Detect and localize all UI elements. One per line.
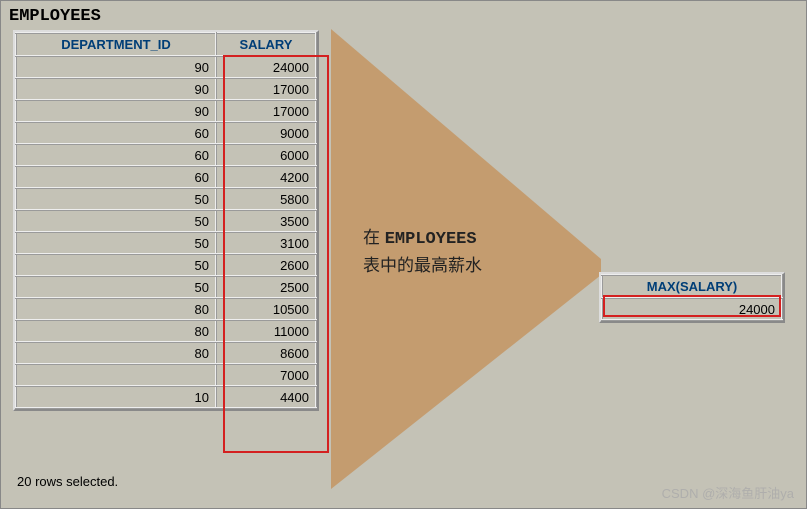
employees-table-container: DEPARTMENT_ID SALARY 9024000901700090170…	[13, 30, 319, 411]
column-header-salary: SALARY	[216, 33, 316, 56]
table-row: 8011000	[16, 320, 316, 342]
table-row: 808600	[16, 342, 316, 364]
cell-salary: 6000	[216, 144, 316, 166]
cell-department: 50	[16, 254, 216, 276]
table-row: 604200	[16, 166, 316, 188]
cell-department: 80	[16, 298, 216, 320]
cell-salary: 8600	[216, 342, 316, 364]
column-header-department: DEPARTMENT_ID	[16, 33, 216, 56]
cell-salary: 7000	[216, 364, 316, 386]
watermark-text: CSDN @深海鱼肝油ya	[662, 483, 794, 502]
table-row: 609000	[16, 122, 316, 144]
cell-department: 10	[16, 386, 216, 408]
cell-department: 60	[16, 122, 216, 144]
caption-line2: 表中的最高薪水	[363, 253, 482, 279]
table-row: 104400	[16, 386, 316, 408]
cell-department: 90	[16, 78, 216, 100]
table-row: 8010500	[16, 298, 316, 320]
cell-department: 60	[16, 166, 216, 188]
cell-department: 50	[16, 188, 216, 210]
table-row: 7000	[16, 364, 316, 386]
cell-department: 50	[16, 210, 216, 232]
cell-department: 90	[16, 100, 216, 122]
cell-department: 50	[16, 276, 216, 298]
table-row: 9017000	[16, 78, 316, 100]
result-table-container: MAX(SALARY) 24000	[599, 272, 785, 323]
cell-salary: 11000	[216, 320, 316, 342]
cell-department: 80	[16, 342, 216, 364]
caption-text: 在 EMPLOYEES 表中的最高薪水	[363, 225, 482, 278]
caption-line1-tablename: EMPLOYEES	[385, 230, 477, 249]
employees-table: DEPARTMENT_ID SALARY 9024000901700090170…	[15, 32, 317, 409]
cell-salary: 5800	[216, 188, 316, 210]
cell-salary: 17000	[216, 100, 316, 122]
table-row: 9017000	[16, 100, 316, 122]
table-row: 503500	[16, 210, 316, 232]
cell-salary: 9000	[216, 122, 316, 144]
cell-salary: 17000	[216, 78, 316, 100]
table-row: 505800	[16, 188, 316, 210]
table-row: 502600	[16, 254, 316, 276]
cell-department: 80	[16, 320, 216, 342]
table-row: 9024000	[16, 56, 316, 78]
cell-department: 60	[16, 144, 216, 166]
cell-salary: 2600	[216, 254, 316, 276]
table-title: EMPLOYEES	[1, 1, 806, 30]
caption-line1-prefix: 在	[363, 228, 385, 247]
cell-department	[16, 364, 216, 386]
cell-department: 90	[16, 56, 216, 78]
result-table: MAX(SALARY) 24000	[601, 274, 783, 321]
cell-salary: 2500	[216, 276, 316, 298]
cell-salary: 3100	[216, 232, 316, 254]
table-row: 502500	[16, 276, 316, 298]
cell-department: 50	[16, 232, 216, 254]
cell-salary: 3500	[216, 210, 316, 232]
cell-salary: 10500	[216, 298, 316, 320]
table-row: 606000	[16, 144, 316, 166]
cell-salary: 4200	[216, 166, 316, 188]
rows-selected-label: 20 rows selected.	[17, 474, 118, 489]
result-header: MAX(SALARY)	[602, 275, 782, 298]
cell-salary: 4400	[216, 386, 316, 408]
result-value: 24000	[602, 298, 782, 320]
cell-salary: 24000	[216, 56, 316, 78]
table-row: 503100	[16, 232, 316, 254]
